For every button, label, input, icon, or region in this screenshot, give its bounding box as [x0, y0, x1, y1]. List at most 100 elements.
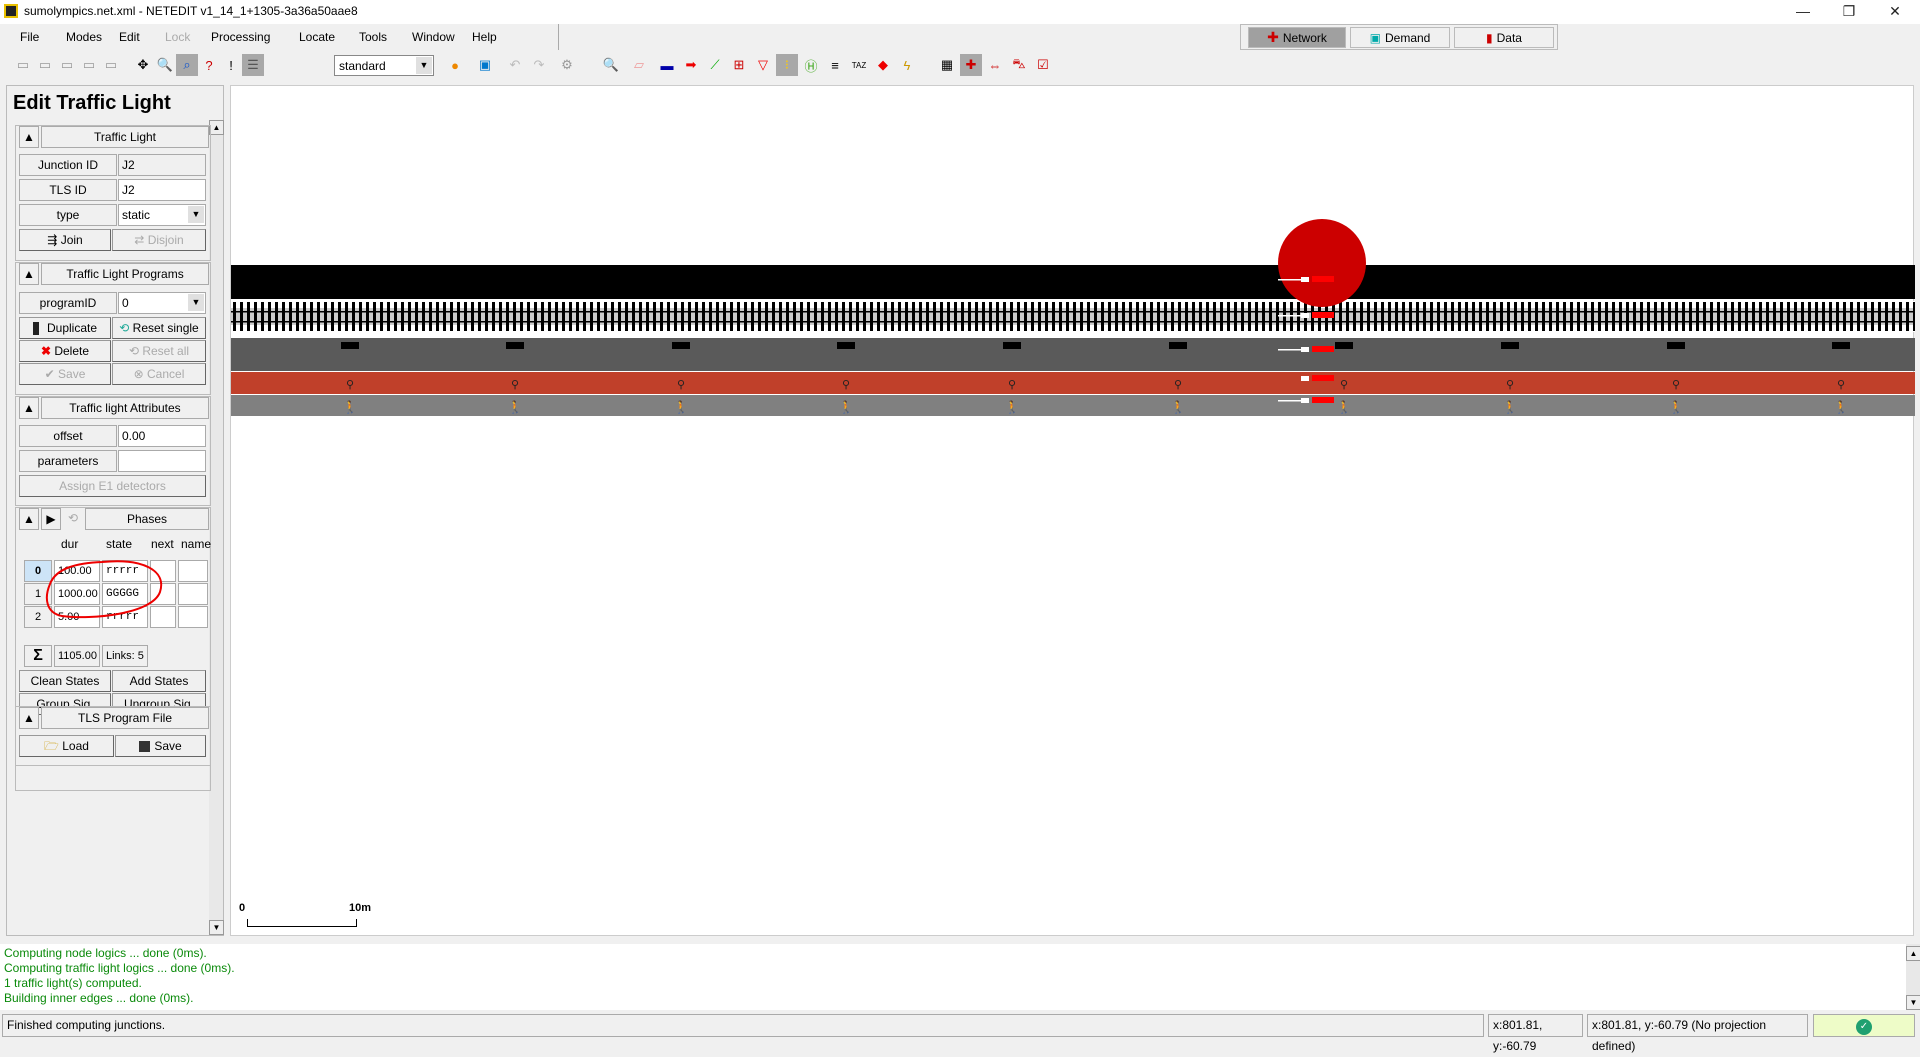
additional-mode-icon[interactable]: Ⓗ: [800, 54, 822, 76]
help-icon[interactable]: ?: [198, 54, 220, 76]
rail-sleeper: [1150, 302, 1153, 331]
spread-vehicles-icon[interactable]: ⇔: [984, 54, 1006, 76]
menu-processing[interactable]: Processing: [211, 30, 270, 44]
type-select[interactable]: static ▼: [118, 204, 206, 226]
grid-icon[interactable]: ▦: [936, 54, 958, 76]
save-label: Save: [58, 367, 86, 381]
save-additionals-icon[interactable]: ▭: [34, 54, 56, 76]
add-states-button[interactable]: Add States: [112, 670, 206, 692]
rail-sleeper: [1878, 302, 1881, 331]
log-scrollbar[interactable]: ▲ ▼: [1906, 944, 1920, 1010]
menu-edit[interactable]: Edit: [119, 30, 140, 44]
network-view[interactable]: ⚲ 🚶 ⚲ 🚶 ⚲ 🚶 ⚲ 🚶 ⚲ 🚶 ⚲ 🚶 ⚲ 🚶 ⚲ 🚶 ⚲ 🚶 ⚲ 🚶: [231, 86, 1916, 937]
rail-sleeper: [1472, 302, 1475, 331]
collapse-icon[interactable]: ▲: [19, 508, 39, 530]
phase-name-input[interactable]: [178, 560, 208, 582]
delete-button[interactable]: ✖ Delete: [19, 340, 111, 362]
check-tls-icon[interactable]: ☑: [1032, 54, 1054, 76]
rail-sleeper: [1234, 302, 1237, 331]
locate-select-icon[interactable]: ⌕: [176, 54, 198, 76]
save-data-icon[interactable]: ▭: [100, 54, 122, 76]
inspect-warning-icon[interactable]: !: [220, 54, 242, 76]
save-file-button[interactable]: Save: [115, 735, 206, 757]
maximize-button[interactable]: ❐: [1826, 0, 1872, 24]
clean-states-button[interactable]: Clean States: [19, 670, 111, 692]
menu-tools[interactable]: Tools: [359, 30, 387, 44]
phase-name-input[interactable]: [178, 583, 208, 605]
menu-locate[interactable]: Locate: [299, 30, 335, 44]
menu-help[interactable]: Help: [472, 30, 497, 44]
assign-e1-button[interactable]: Assign E1 detectors: [19, 475, 206, 497]
polygon-mode-icon[interactable]: ◆: [872, 54, 894, 76]
join-button[interactable]: ⇶ Join: [19, 229, 111, 251]
select-mode-icon[interactable]: ▬: [656, 54, 678, 76]
bicycle-icon: ⚲: [511, 379, 519, 391]
data-mode-button[interactable]: ▮ Data: [1454, 27, 1554, 48]
cancel-button[interactable]: ⊗ Cancel: [112, 363, 206, 385]
connection-mode-icon[interactable]: ⟋: [704, 54, 726, 76]
duplicate-button[interactable]: Duplicate: [19, 317, 111, 339]
overhead-wire-icon[interactable]: ϟ: [896, 54, 918, 76]
reset-single-button[interactable]: ⟲ Reset single: [112, 317, 206, 339]
move-mode-icon[interactable]: ➡: [680, 54, 702, 76]
panel-scrollbar[interactable]: ▲ ▼: [209, 120, 224, 935]
scroll-up-icon[interactable]: ▲: [209, 120, 224, 135]
program-id-select[interactable]: 0 ▼: [118, 292, 206, 314]
delete-mode-icon[interactable]: ▱: [628, 54, 650, 76]
demand-mode-button[interactable]: ▣ Demand: [1350, 27, 1450, 48]
zoom-icon[interactable]: 🔍: [154, 54, 176, 76]
options-icon[interactable]: ⚙: [556, 54, 578, 76]
scroll-up-icon[interactable]: ▲: [1906, 946, 1920, 961]
disjoin-button[interactable]: ⇄ Disjoin: [112, 229, 206, 251]
save-tls-icon[interactable]: ▭: [56, 54, 78, 76]
collapse-icon[interactable]: ▲: [19, 397, 39, 419]
collapse-icon[interactable]: ▲: [19, 707, 39, 729]
tls-mode-icon[interactable]: ⁝: [776, 54, 798, 76]
undo-icon[interactable]: ↶: [504, 54, 526, 76]
rail-sleeper: [919, 302, 922, 331]
load-button[interactable]: 🗁 Load: [19, 735, 114, 757]
reset-all-button[interactable]: ⟲ Reset all: [112, 340, 206, 362]
scroll-down-icon[interactable]: ▼: [1906, 995, 1920, 1010]
phase-name-input[interactable]: [178, 606, 208, 628]
collapse-icon[interactable]: ▲: [19, 263, 39, 285]
inspect-mode-icon[interactable]: 🔍: [600, 54, 622, 76]
menu-lock[interactable]: Lock: [165, 30, 190, 44]
menu-icon[interactable]: ☰: [242, 54, 264, 76]
rail-sleeper: [1892, 302, 1895, 331]
tls-id-input[interactable]: J2: [118, 179, 206, 201]
menu-window[interactable]: Window: [412, 30, 455, 44]
parameters-input[interactable]: [118, 450, 206, 472]
collapse-icon[interactable]: ▲: [19, 126, 39, 148]
offset-input[interactable]: 0.00: [118, 425, 206, 447]
network-canvas[interactable]: ⚲ 🚶 ⚲ 🚶 ⚲ 🚶 ⚲ 🚶 ⚲ 🚶 ⚲ 🚶 ⚲ 🚶 ⚲ 🚶 ⚲ 🚶 ⚲ 🚶 0 10m: [230, 85, 1916, 937]
save-network-icon[interactable]: ▭: [12, 54, 34, 76]
save-demand-icon[interactable]: ▭: [78, 54, 100, 76]
parameters-label[interactable]: parameters: [19, 450, 117, 472]
bicycle-icon: ⚲: [1837, 379, 1845, 391]
scroll-down-icon[interactable]: ▼: [209, 920, 224, 935]
scheme-select[interactable]: standard ▼: [334, 55, 434, 76]
play-icon[interactable]: ▶: [41, 508, 61, 530]
crossing-mode-icon[interactable]: ▽: [752, 54, 774, 76]
network-mode-button[interactable]: ✚ Network: [1248, 27, 1346, 48]
rail-sleeper: [1094, 302, 1097, 331]
rail-sleeper: [597, 302, 600, 331]
taz-mode-icon[interactable]: TAZ: [848, 54, 870, 76]
minimize-button[interactable]: —: [1780, 0, 1826, 24]
redo-icon[interactable]: ↷: [528, 54, 550, 76]
save-program-button[interactable]: ✔ Save: [19, 363, 111, 385]
prohibition-mode-icon[interactable]: ⊞: [728, 54, 750, 76]
merge-vehicles-icon[interactable]: ⛍: [1008, 54, 1030, 76]
wire-mode-icon[interactable]: ≡: [824, 54, 846, 76]
recenter-icon[interactable]: ✥: [132, 54, 154, 76]
reset-icon: ⟲: [119, 321, 133, 335]
screenshot-icon[interactable]: ▣: [474, 54, 496, 76]
menu-file[interactable]: File: [20, 30, 39, 44]
close-button[interactable]: ✕: [1872, 0, 1918, 24]
color-wheel-icon[interactable]: ●: [444, 54, 466, 76]
menu-modes[interactable]: Modes: [66, 30, 102, 44]
tls-link-state: [1312, 375, 1334, 381]
rail-sleeper: [961, 302, 964, 331]
junction-shape-icon[interactable]: ✚: [960, 54, 982, 76]
